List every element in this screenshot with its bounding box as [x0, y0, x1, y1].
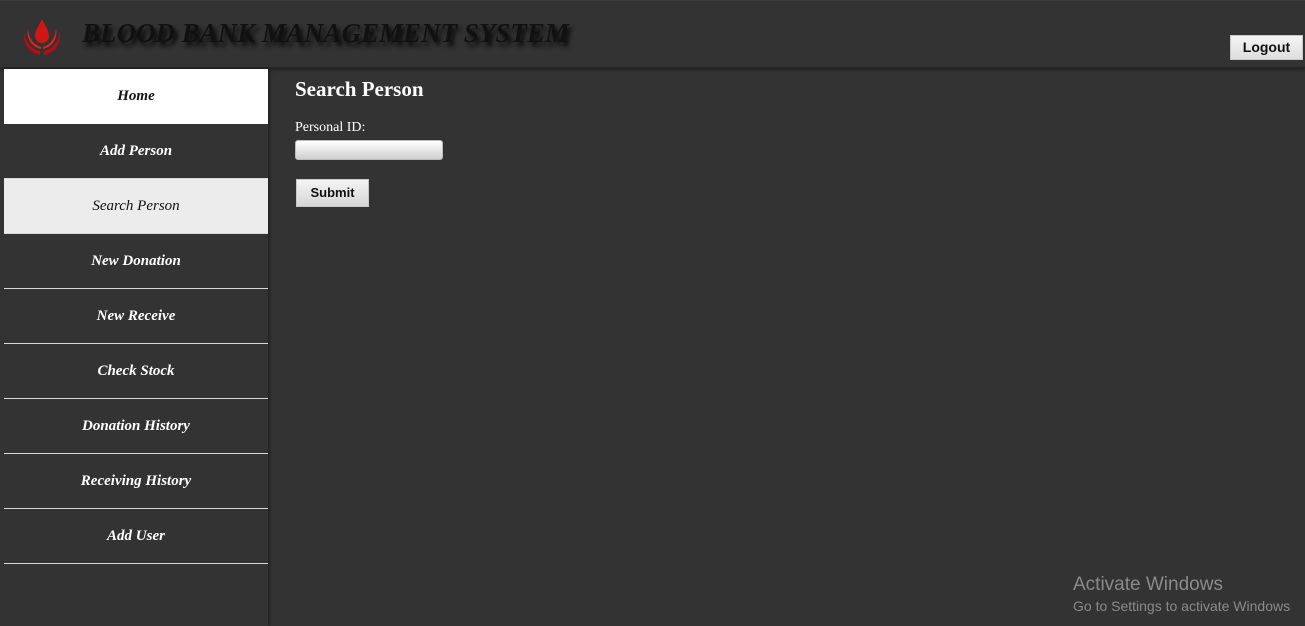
watermark-title: Activate Windows [1073, 574, 1223, 595]
personal-id-label: Personal ID: [295, 120, 366, 135]
app-window: BLOOD BANK MANAGEMENT SYSTEM Logout Home… [0, 0, 1305, 626]
personal-id-input[interactable] [295, 140, 443, 160]
page-title: Search Person [295, 77, 424, 101]
sidebar-item-add-person[interactable]: Add Person [4, 124, 268, 179]
activate-windows-watermark: Activate Windows Go to Settings to activ… [1073, 574, 1290, 616]
sidebar-nav: Home Add Person Search Person New Donati… [4, 69, 268, 626]
sidebar-item-new-receive[interactable]: New Receive [4, 289, 268, 344]
sidebar-item-search-person[interactable]: Search Person [4, 179, 268, 234]
sidebar-item-check-stock[interactable]: Check Stock [4, 344, 268, 399]
sidebar-item-home[interactable]: Home [4, 69, 268, 124]
blood-drop-hands-icon [23, 19, 61, 55]
sidebar-item-add-user[interactable]: Add User [4, 509, 268, 564]
submit-button[interactable]: Submit [296, 179, 369, 207]
sidebar-item-donation-history[interactable]: Donation History [4, 399, 268, 454]
app-header: BLOOD BANK MANAGEMENT SYSTEM Logout [0, 0, 1305, 68]
watermark-subtitle: Go to Settings to activate Windows [1073, 598, 1291, 614]
app-title: BLOOD BANK MANAGEMENT SYSTEM [82, 18, 569, 48]
logout-button[interactable]: Logout [1230, 35, 1303, 60]
sidebar-item-receiving-history[interactable]: Receiving History [4, 454, 268, 509]
sidebar-item-new-donation[interactable]: New Donation [4, 234, 268, 289]
